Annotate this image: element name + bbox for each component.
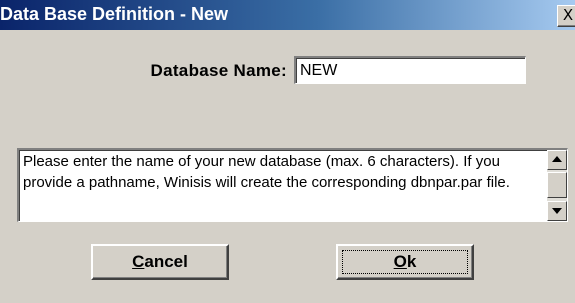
close-button[interactable]: X <box>557 5 575 27</box>
dialog-window: Data Base Definition - New X Database Na… <box>0 0 575 303</box>
cancel-mnemonic: C <box>132 252 145 271</box>
ok-button[interactable]: Ok <box>336 244 474 280</box>
window-title: Data Base Definition - New <box>0 4 229 24</box>
database-name-label: Database Name: <box>150 61 287 80</box>
scroll-up-button[interactable] <box>547 150 567 170</box>
arrow-up-icon <box>552 156 562 162</box>
vertical-scrollbar[interactable] <box>547 150 567 221</box>
database-name-input[interactable] <box>294 56 526 84</box>
help-textbox[interactable]: Please enter the name of your new databa… <box>17 148 568 222</box>
focus-rectangle <box>342 250 468 274</box>
close-icon: X <box>562 6 574 24</box>
arrow-down-icon <box>552 208 562 214</box>
cancel-label: ancel <box>144 252 188 271</box>
title-bar[interactable]: Data Base Definition - New X <box>0 0 575 30</box>
scroll-thumb[interactable] <box>547 172 567 198</box>
help-text: Please enter the name of your new databa… <box>23 153 510 191</box>
scroll-down-button[interactable] <box>547 201 567 221</box>
cancel-button[interactable]: Cancel <box>91 244 229 280</box>
